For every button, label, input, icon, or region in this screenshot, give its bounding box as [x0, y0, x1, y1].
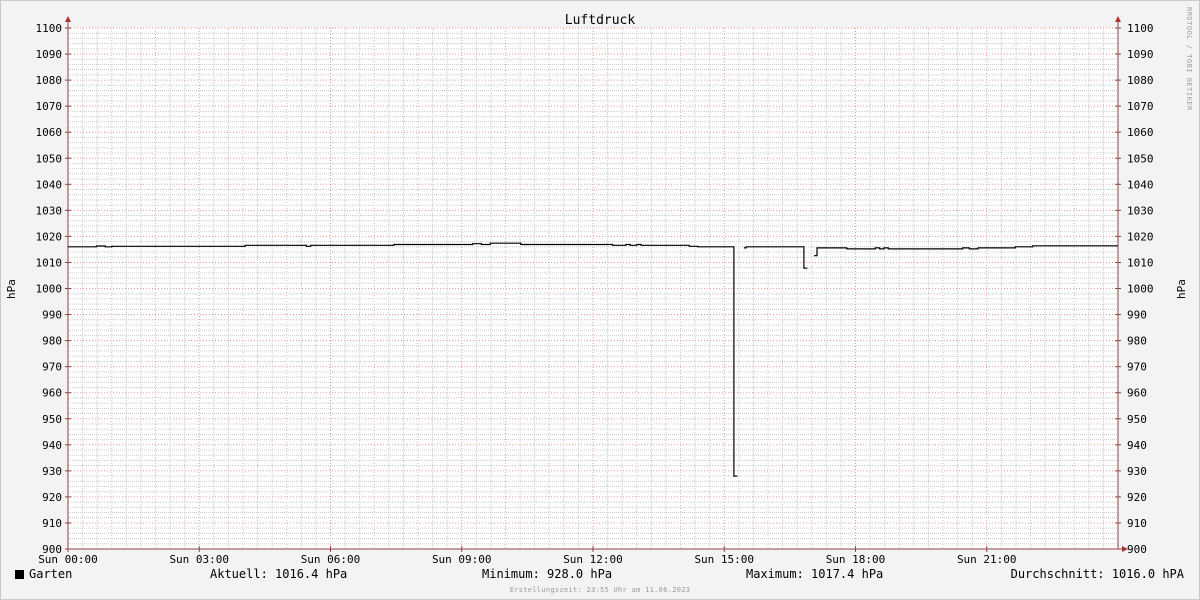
y-tick-label-left: 930	[42, 465, 62, 478]
y-tick-label-right: 1090	[1127, 48, 1154, 61]
y-tick-label-right: 1050	[1127, 152, 1154, 165]
y-tick-label-right: 970	[1127, 361, 1147, 374]
rrdtool-watermark: RRDTOOL / TOBI OETIKER	[1185, 7, 1193, 111]
x-tick-label: Sun 06:00	[301, 553, 361, 566]
y-tick-label-left: 980	[42, 335, 62, 348]
y-tick-label-left: 1030	[36, 204, 63, 217]
y-tick-label-right: 960	[1127, 387, 1147, 400]
y-tick-label-left: 1070	[36, 100, 63, 113]
y-tick-label-left: 1010	[36, 256, 63, 269]
y-tick-label-right: 1070	[1127, 100, 1154, 113]
y-tick-label-right: 1010	[1127, 256, 1154, 269]
y-tick-label-right: 980	[1127, 335, 1147, 348]
x-tick-label: Sun 15:00	[694, 553, 754, 566]
x-tick-label: Sun 00:00	[38, 553, 98, 566]
y-tick-label-left: 1020	[36, 230, 63, 243]
y-tick-label-right: 930	[1127, 465, 1147, 478]
x-tick-label: Sun 09:00	[432, 553, 492, 566]
y-tick-label-left: 1080	[36, 74, 63, 87]
y-tick-label-left: 1000	[36, 283, 63, 296]
legend-maximum: Maximum: 1017.4 hPa	[746, 567, 884, 581]
y-tick-label-right: 1030	[1127, 204, 1154, 217]
x-tick-label: Sun 03:00	[169, 553, 229, 566]
legend-series: Garten	[15, 567, 72, 581]
y-tick-label-right: 1060	[1127, 126, 1154, 139]
y-tick-label-left: 1060	[36, 126, 63, 139]
chart-window: 900 900 910 910 920 920 930 930 940 940 950 950 960 9…	[0, 0, 1200, 600]
y-tick-label-right: 900	[1127, 543, 1147, 556]
y-tick-label-left: 910	[42, 517, 62, 530]
legend-current: Aktuell: 1016.4 hPa	[210, 567, 348, 581]
x-tick-label: Sun 12:00	[563, 553, 623, 566]
y-axis-label-right: hPa	[1175, 279, 1188, 299]
y-tick-label-right: 940	[1127, 439, 1147, 452]
y-tick-label-left: 1100	[36, 22, 63, 35]
y-tick-label-left: 920	[42, 491, 62, 504]
y-tick-label-right: 920	[1127, 491, 1147, 504]
y-tick-label-right: 910	[1127, 517, 1147, 530]
y-tick-label-right: 1000	[1127, 283, 1154, 296]
y-tick-label-left: 960	[42, 387, 62, 400]
y-tick-label-right: 1100	[1127, 22, 1154, 35]
y-axis-arrow-right	[1115, 16, 1121, 22]
y-tick-label-left: 1050	[36, 152, 63, 165]
y-tick-label-right: 1040	[1127, 178, 1154, 191]
legend-swatch	[15, 570, 24, 579]
y-tick-label-left: 970	[42, 361, 62, 374]
chart-title: Luftdruck	[565, 13, 636, 28]
x-tick-label: Sun 18:00	[826, 553, 886, 566]
y-tick-label-left: 1040	[36, 178, 63, 191]
y-tick-label-left: 990	[42, 309, 62, 322]
y-axis-arrow-left	[65, 16, 71, 22]
y-tick-label-left: 940	[42, 439, 62, 452]
y-tick-label-right: 1080	[1127, 74, 1154, 87]
creation-time: Erstellungszeit: 23:55 Uhr am 11.06.2023	[509, 586, 691, 594]
y-tick-label-right: 950	[1127, 413, 1147, 426]
legend-minimum: Minimum: 928.0 hPa	[482, 567, 613, 581]
y-tick-label-right: 1020	[1127, 230, 1154, 243]
legend-row: Garten Aktuell: 1016.4 hPa Minimum: 928.…	[1, 567, 1199, 585]
legend-series-name: Garten	[29, 567, 73, 581]
y-axis-label-left: hPa	[5, 279, 18, 299]
x-tick-label: Sun 21:00	[957, 553, 1017, 566]
legend-average: Durchschnitt: 1016.0 hPA	[1010, 567, 1184, 581]
y-tick-label-left: 950	[42, 413, 62, 426]
y-tick-label-left: 1090	[36, 48, 63, 61]
y-tick-label-right: 990	[1127, 309, 1147, 322]
pressure-chart: 900 900910 910920 920930 930940 940950 950960 9…	[5, 13, 1188, 566]
